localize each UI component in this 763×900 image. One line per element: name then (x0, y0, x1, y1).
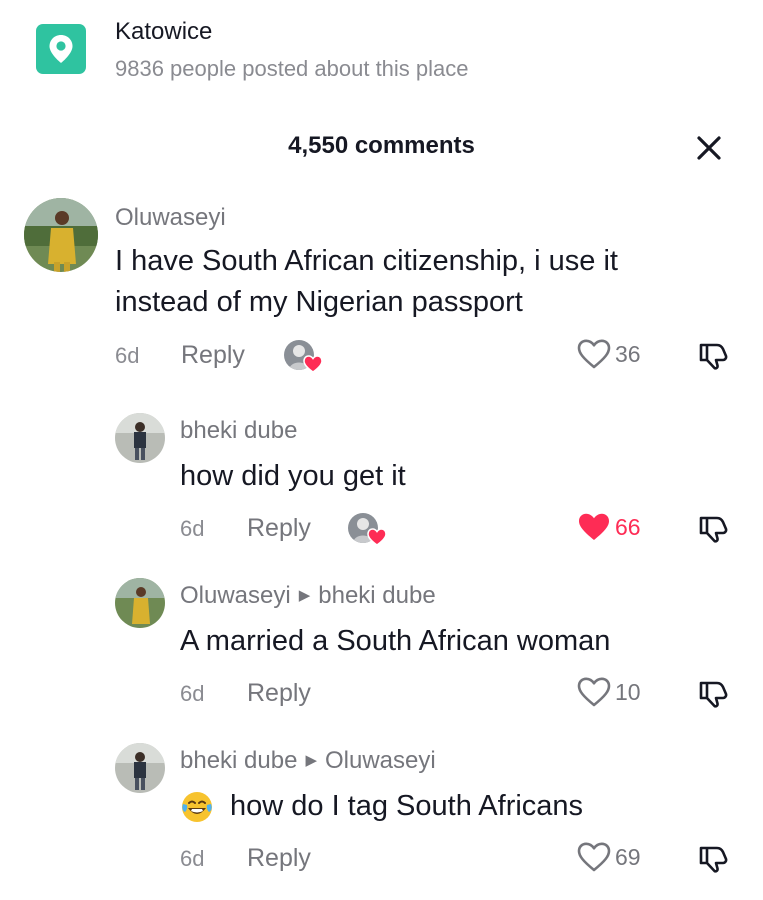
avatar[interactable] (115, 413, 165, 463)
comment-age: 6d (180, 516, 205, 541)
place-header[interactable]: Katowice 9836 people posted about this p… (0, 0, 763, 105)
comment-text: how did you get it (180, 460, 406, 492)
creator-liked-heart-icon (303, 355, 323, 373)
place-name[interactable]: Katowice (115, 18, 212, 46)
dislike-icon[interactable] (697, 513, 729, 545)
comment-text: how do I tag South Africans (230, 790, 584, 822)
avatar[interactable] (24, 198, 98, 272)
place-post-count: 9836 people posted about this place (115, 56, 469, 81)
like-count: 66 (615, 513, 641, 540)
like-button[interactable]: 66 (577, 512, 641, 542)
dislike-icon[interactable] (697, 678, 729, 710)
reply-button[interactable]: Reply (181, 341, 245, 370)
comment-author[interactable]: bheki dube (180, 417, 297, 445)
creator-liked-heart-icon (367, 528, 387, 546)
dislike-icon[interactable] (697, 340, 729, 372)
reply-to-arrow-icon: ▶ (298, 587, 311, 604)
face-with-tears-of-joy-emoji (182, 792, 212, 822)
comment-author[interactable]: Oluwaseyi ▶ bheki dube (180, 582, 436, 610)
heart-outline-icon (577, 842, 611, 872)
avatar[interactable] (115, 578, 165, 628)
comment-text: A married a South African woman (180, 625, 611, 657)
reply-button[interactable]: Reply (247, 514, 311, 543)
heart-outline-icon (577, 339, 611, 369)
like-count: 69 (615, 843, 641, 870)
like-count: 10 (615, 678, 641, 705)
location-pin-icon (36, 24, 86, 74)
reply-button[interactable]: Reply (247, 679, 311, 708)
like-button[interactable]: 10 (577, 677, 641, 707)
author-name[interactable]: Oluwaseyi (115, 204, 226, 231)
like-button[interactable]: 36 (577, 339, 641, 369)
heart-filled-icon (579, 513, 609, 540)
comment-age: 6d (180, 846, 205, 871)
reply-button[interactable]: Reply (247, 844, 311, 873)
comment-text: I have South African citizenship, i use … (115, 245, 618, 318)
comment-age: 6d (180, 681, 205, 706)
like-button[interactable]: 69 (577, 842, 641, 872)
reply-to-name[interactable]: bheki dube (318, 582, 435, 609)
heart-outline-icon (577, 677, 611, 707)
reply-to-name[interactable]: Oluwaseyi (325, 747, 436, 774)
author-name[interactable]: bheki dube (180, 417, 297, 444)
comment-age: 6d (115, 343, 140, 368)
author-name[interactable]: bheki dube (180, 747, 297, 774)
close-icon[interactable] (694, 133, 724, 163)
comment-author[interactable]: Oluwaseyi (115, 204, 226, 232)
reply-to-arrow-icon: ▶ (305, 752, 317, 769)
comment-author[interactable]: bheki dube ▶ Oluwaseyi (180, 747, 436, 775)
dislike-icon[interactable] (697, 843, 729, 875)
like-count: 36 (615, 340, 641, 367)
comments-count-title: 4,550 comments (288, 132, 475, 159)
avatar[interactable] (115, 743, 165, 793)
author-name[interactable]: Oluwaseyi (180, 582, 291, 609)
